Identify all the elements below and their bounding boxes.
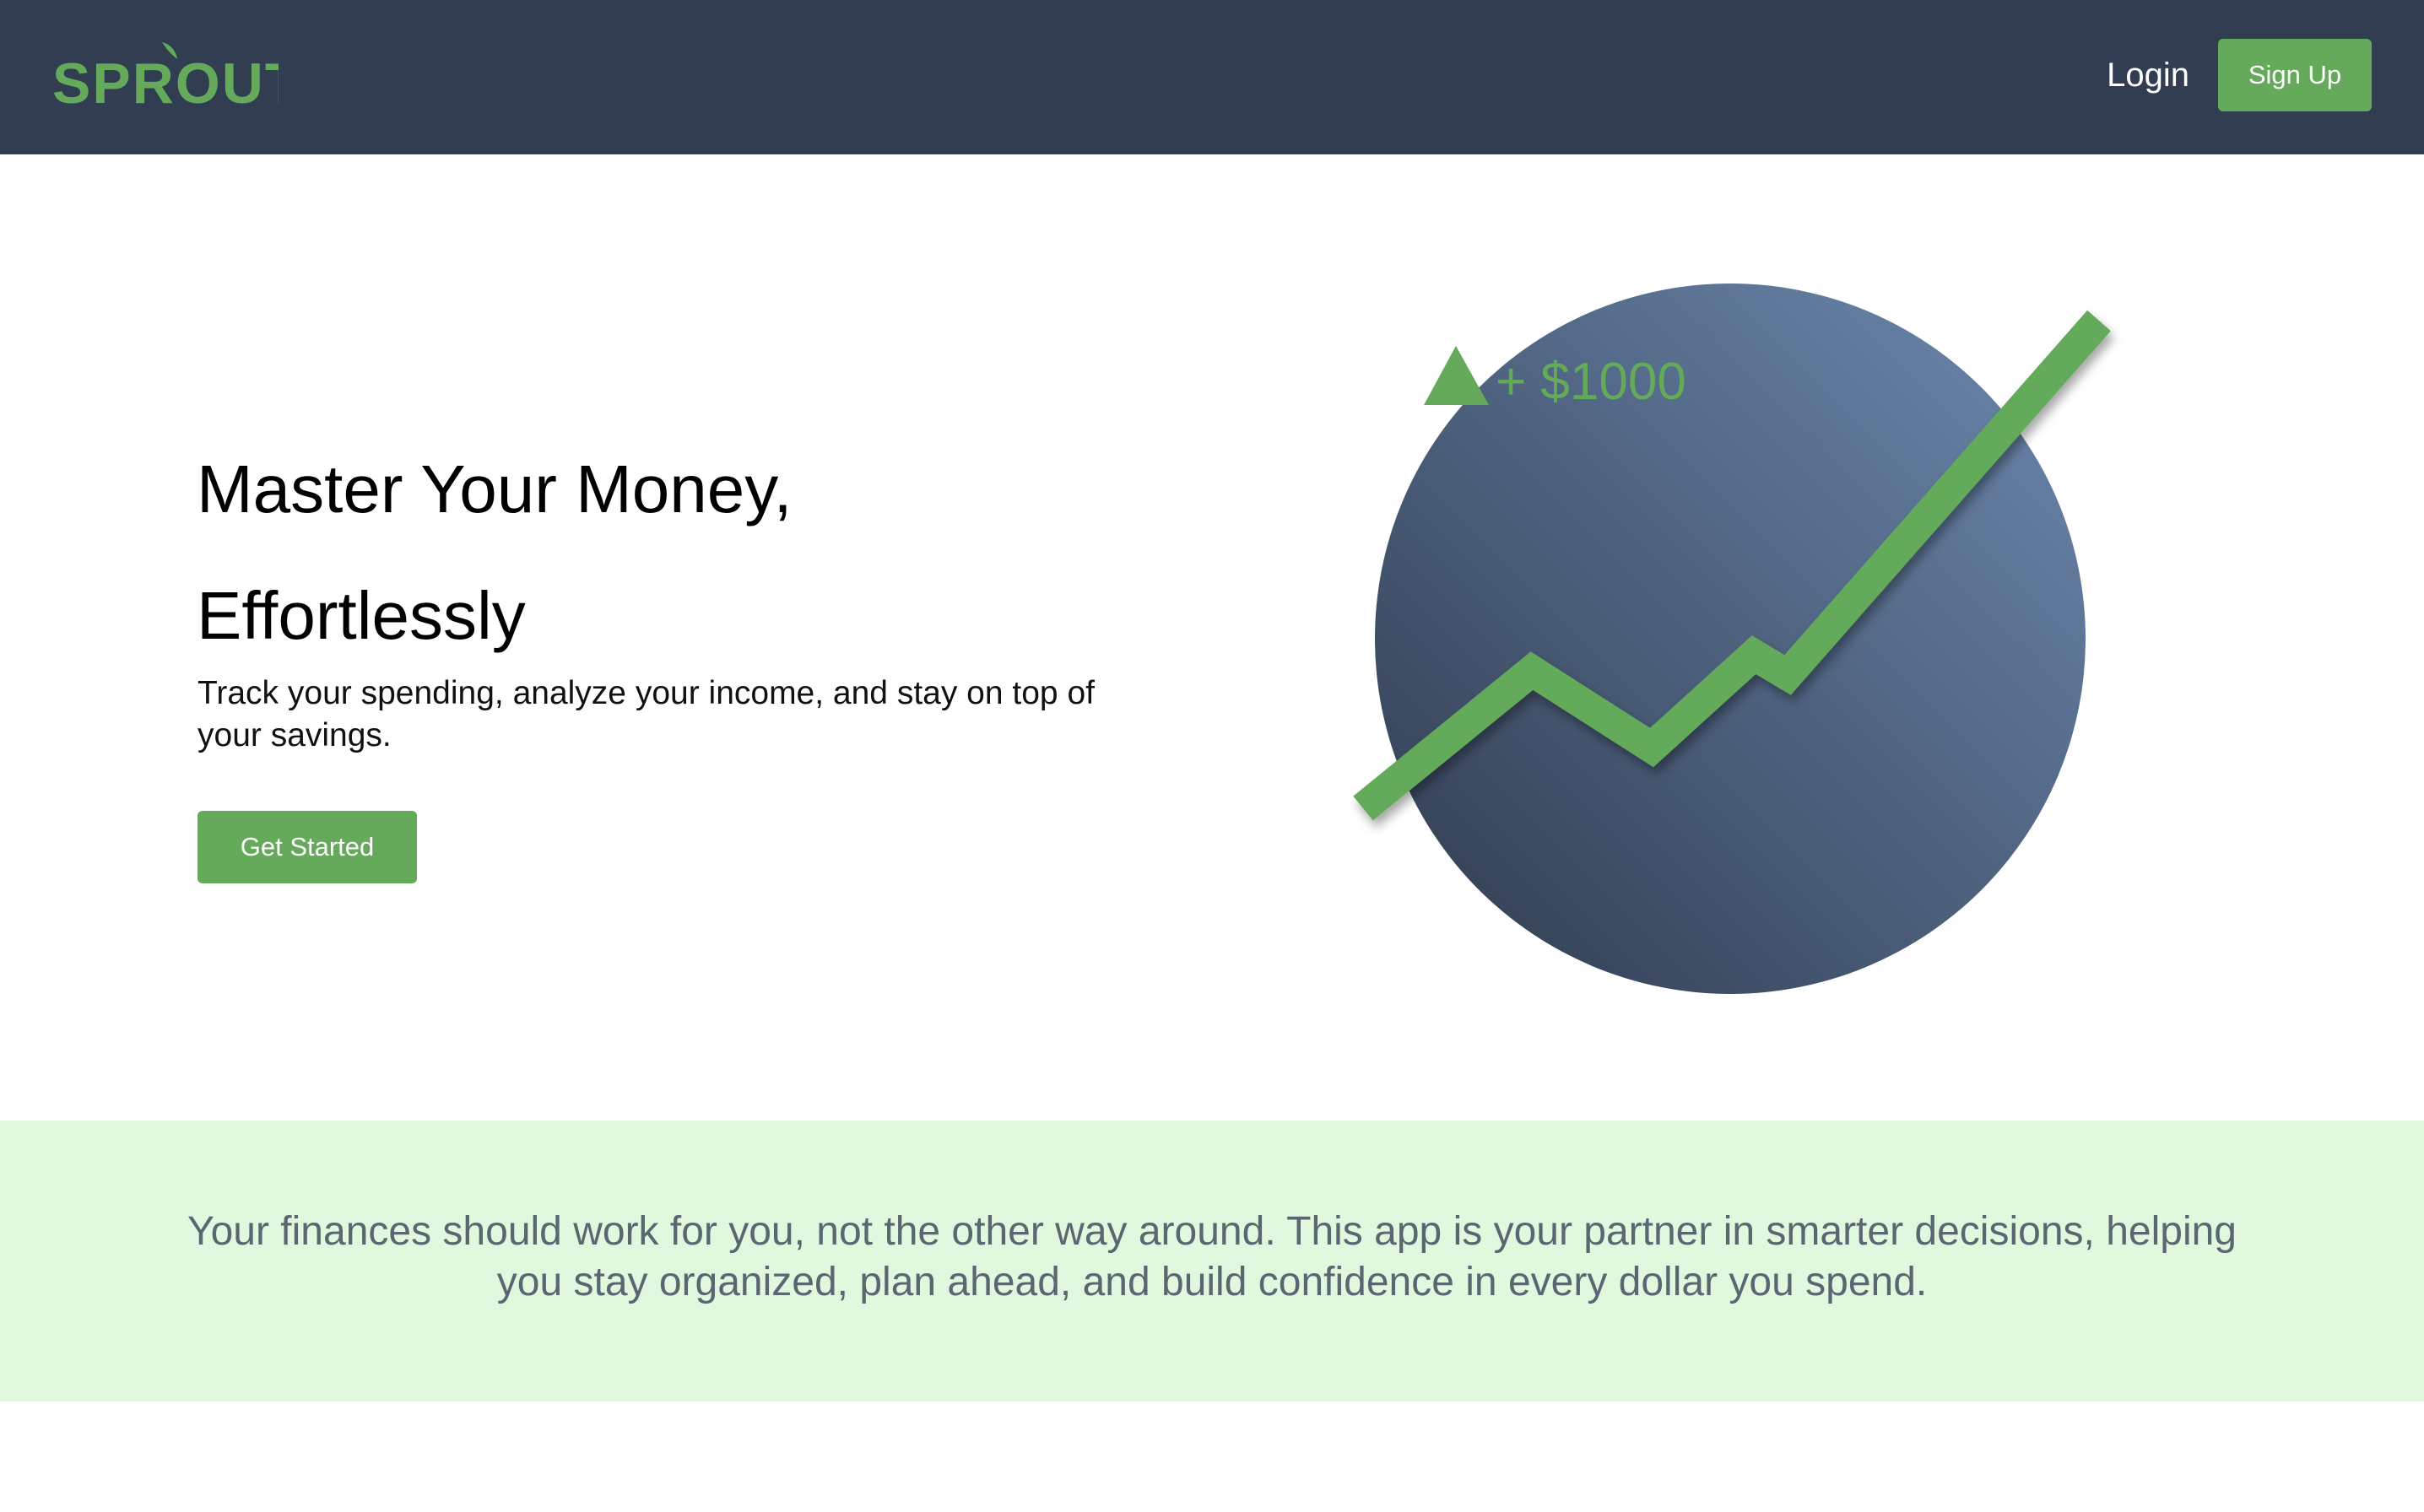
- login-link[interactable]: Login: [2107, 50, 2189, 100]
- logo-wordmark: SPROUT: [52, 51, 279, 116]
- hero-title: Master Your Money, Effortlessly: [197, 426, 1041, 679]
- top-navbar: SPROUT Login Sign Up: [0, 0, 2424, 154]
- get-started-button[interactable]: Get Started: [197, 811, 417, 883]
- signup-button[interactable]: Sign Up: [2218, 39, 2372, 111]
- mission-statement: Your finances should work for you, not t…: [187, 1209, 2237, 1304]
- chart-circle: [1375, 284, 2086, 994]
- gain-label: + $1000: [1496, 353, 1686, 411]
- up-arrow-icon: [1424, 346, 1489, 405]
- sprout-logo[interactable]: SPROUT: [51, 34, 279, 118]
- hero-title-text: Master Your Money, Effortlessly: [197, 451, 793, 653]
- hero-subtitle: Track your spending, analyze your income…: [197, 675, 1095, 753]
- growth-illustration: + $1000: [1353, 284, 2111, 994]
